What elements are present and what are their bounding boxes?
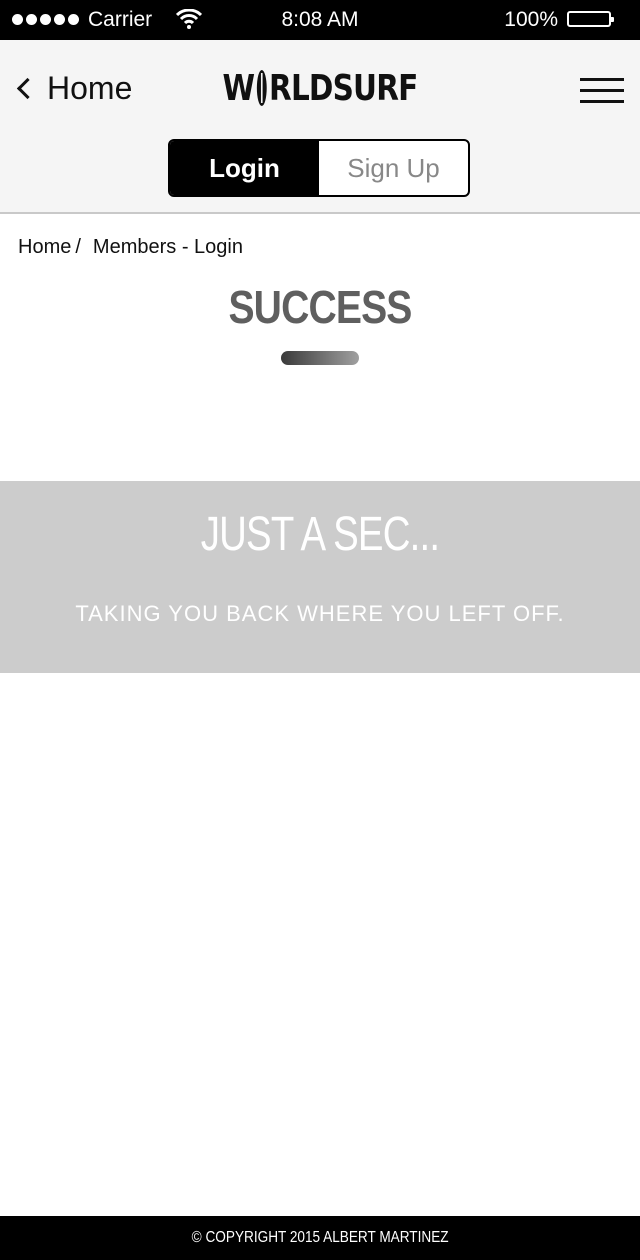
banner-title: JUST A SEC... bbox=[200, 508, 440, 561]
footer: © COPYRIGHT 2015 ALBERT MARTINEZ bbox=[0, 1216, 640, 1260]
tab-login[interactable]: Login bbox=[170, 141, 319, 195]
page-title: SUCCESS bbox=[228, 281, 412, 333]
surfboard-icon bbox=[256, 70, 267, 106]
breadcrumb: Home / Members - Login bbox=[18, 236, 243, 259]
tab-sign-up[interactable]: Sign Up bbox=[319, 141, 468, 195]
hamburger-menu-icon[interactable] bbox=[580, 78, 624, 104]
logo-suffix: RLDSURF bbox=[269, 68, 418, 109]
redirect-banner: JUST A SEC... TAKING YOU BACK WHERE YOU … bbox=[0, 481, 640, 673]
banner-message: TAKING YOU BACK WHERE YOU LEFT OFF. bbox=[75, 601, 565, 626]
breadcrumb-current[interactable]: Members - Login bbox=[93, 236, 243, 258]
copyright-text: © COPYRIGHT 2015 ALBERT MARTINEZ bbox=[191, 1229, 449, 1246]
breadcrumb-home[interactable]: Home bbox=[18, 236, 71, 258]
battery-icon bbox=[567, 11, 614, 27]
logo-prefix: W bbox=[222, 68, 256, 109]
breadcrumb-separator: / bbox=[75, 236, 81, 258]
status-bar: Carrier 8:08 AM 100% bbox=[0, 0, 640, 40]
app-header: Home W RLDSURF Login Sign Up bbox=[0, 40, 640, 214]
title-divider bbox=[281, 351, 359, 365]
worldsurf-logo[interactable]: W RLDSURF bbox=[58, 68, 583, 109]
battery-percent: 100% bbox=[504, 8, 558, 31]
chevron-left-icon bbox=[16, 77, 39, 100]
auth-segmented-control: Login Sign Up bbox=[168, 139, 470, 197]
